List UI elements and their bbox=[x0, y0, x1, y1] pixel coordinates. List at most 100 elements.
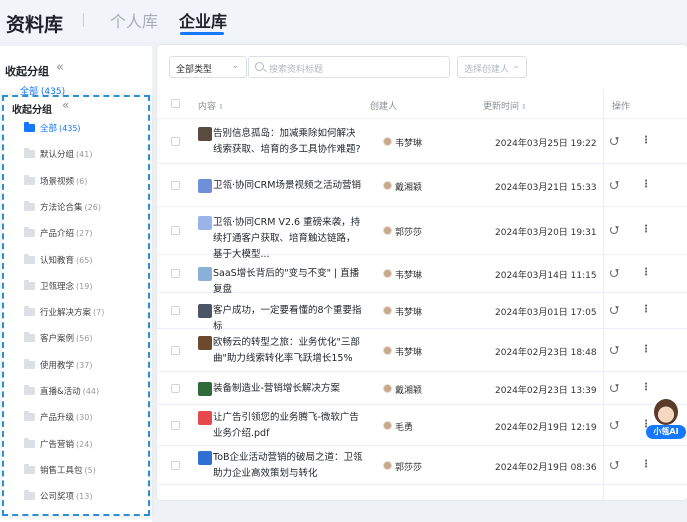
more-options-icon[interactable]: ⋮ bbox=[641, 305, 651, 315]
select-all-checkbox[interactable] bbox=[171, 99, 180, 108]
creator-name: 韦梦琳 bbox=[395, 347, 423, 358]
table-row[interactable]: 客户成功，一定要看懂的8个重要指标 韦梦琳 2024年03月01日 17:05 ⋮ bbox=[157, 293, 687, 332]
refresh-icon[interactable] bbox=[610, 345, 618, 354]
content-title[interactable]: 让广告引领您的业务腾飞-微软广告业务介绍.pdf bbox=[213, 410, 363, 442]
folder-icon bbox=[24, 411, 35, 422]
creator-avatar bbox=[383, 136, 392, 146]
category-item[interactable]: 客户案例 (56) bbox=[4, 326, 148, 352]
content-title[interactable]: 欧畅云的转型之旅：业务优化"三部曲"助力线索转化率飞跃增长15% bbox=[213, 335, 363, 367]
row-checkbox[interactable] bbox=[171, 136, 180, 146]
category-item[interactable]: 认知教育 (65) bbox=[4, 248, 148, 274]
refresh-icon[interactable] bbox=[610, 269, 618, 277]
column-actions: 操作 bbox=[612, 102, 631, 112]
updated-time: 2024年03月01日 17:05 bbox=[495, 308, 597, 318]
category-label: 产品介绍 bbox=[40, 229, 75, 240]
more-options-icon[interactable]: ⋮ bbox=[641, 179, 651, 190]
content-thumbnail bbox=[198, 450, 212, 465]
content-title[interactable]: 卫瓴·协同CRM场景视频之活动营销 bbox=[213, 178, 363, 194]
category-count: (37) bbox=[76, 360, 93, 370]
table-row[interactable]: 卫瓴·协同CRM V2.6 重磅来袭，持续打通客户获取、培育触达链路，基于大模型… bbox=[157, 207, 687, 260]
row-checkbox[interactable] bbox=[171, 306, 180, 315]
category-count: (44) bbox=[82, 387, 100, 396]
more-options-icon[interactable]: ⋮ bbox=[641, 135, 651, 146]
column-content[interactable]: 内容 ⇕ bbox=[198, 99, 224, 112]
category-label: 方法论合集 bbox=[40, 202, 83, 213]
category-item[interactable]: 默认分组 (41) bbox=[4, 142, 148, 168]
category-item[interactable]: 广告营销 (24) bbox=[4, 432, 148, 458]
table-row[interactable]: 欧畅云的转型之旅：业务优化"三部曲"助力线索转化率飞跃增长15% 韦梦琳 2024年… bbox=[157, 329, 687, 372]
category-item[interactable]: 直播&活动 (44) bbox=[4, 379, 148, 405]
row-checkbox[interactable] bbox=[171, 226, 180, 235]
creator-avatar bbox=[383, 420, 392, 430]
row-checkbox[interactable] bbox=[171, 460, 180, 470]
folder-icon bbox=[24, 490, 35, 501]
refresh-icon[interactable] bbox=[610, 226, 618, 234]
category-label: 客户案例 bbox=[40, 334, 75, 345]
double-chevron-left-icon[interactable]: « bbox=[56, 60, 64, 75]
updated-time: 2024年02月23日 13:39 bbox=[495, 385, 597, 396]
tab-personal-library[interactable]: 个人库 bbox=[110, 8, 158, 32]
content-thumbnail bbox=[198, 267, 212, 281]
refresh-icon[interactable] bbox=[610, 460, 618, 469]
type-filter-select[interactable]: 全部类型 ⌄ bbox=[169, 56, 247, 78]
folder-icon bbox=[24, 332, 35, 343]
more-options-icon[interactable]: ⋮ bbox=[641, 382, 651, 393]
more-options-icon[interactable]: ⋮ bbox=[641, 225, 651, 235]
category-item[interactable]: 卫瓴理念 (19) bbox=[4, 274, 148, 300]
table-row[interactable]: SaaS增长背后的"变与不变" | 直播复盘 韦梦琳 2024年03月14日 11:… bbox=[157, 255, 687, 295]
creator-avatar bbox=[383, 226, 392, 235]
category-count: (13) bbox=[76, 492, 93, 502]
row-checkbox[interactable] bbox=[171, 383, 180, 393]
content-thumbnail bbox=[198, 304, 212, 318]
row-checkbox[interactable] bbox=[171, 420, 180, 430]
refresh-icon[interactable] bbox=[610, 136, 618, 145]
creator-avatar bbox=[383, 180, 392, 190]
more-options-icon[interactable]: ⋮ bbox=[641, 268, 651, 278]
collapse-sidebar-icon[interactable]: « bbox=[62, 98, 69, 112]
row-checkbox[interactable] bbox=[171, 180, 180, 190]
category-item[interactable]: 方法论合集 (26) bbox=[4, 195, 148, 221]
creator-avatar bbox=[383, 269, 392, 278]
category-label: 行业解决方案 bbox=[40, 308, 92, 319]
category-item[interactable]: 销售工具包 (5) bbox=[4, 458, 148, 484]
refresh-icon[interactable] bbox=[610, 180, 618, 189]
content-title[interactable]: ToB企业活动营销的破局之道：卫瓴助力企业高效策划与转化 bbox=[213, 450, 363, 482]
row-checkbox[interactable] bbox=[171, 269, 180, 278]
category-item[interactable]: 场景视频 (6) bbox=[4, 169, 148, 195]
category-count: (19) bbox=[76, 281, 93, 291]
content-thumbnail bbox=[198, 410, 212, 425]
category-item[interactable]: 全部 (435) bbox=[4, 116, 148, 142]
folder-icon bbox=[24, 148, 35, 159]
page-title: 资料库 bbox=[6, 14, 64, 36]
refresh-icon[interactable] bbox=[610, 306, 618, 314]
table-row[interactable]: 装备制造业-营销增长解决方案 戴湘颖 2024年02月23日 13:39 ⋮ bbox=[157, 372, 687, 405]
ai-assistant-button[interactable]: 小瓴AI bbox=[646, 398, 686, 440]
table-row[interactable]: 卫瓴·协同CRM场景视频之活动营销 戴湘颖 2024年03月21日 15:33 ⋮ bbox=[157, 164, 687, 207]
folder-icon bbox=[24, 122, 35, 132]
category-item[interactable]: 产品升级 (30) bbox=[4, 405, 148, 431]
creator-name: 郭莎莎 bbox=[395, 228, 423, 238]
category-label: 直播&活动 bbox=[40, 387, 81, 397]
category-item[interactable]: 公司奖项 (13) bbox=[4, 484, 148, 510]
creator-filter-select[interactable]: 选择创建人 ⌄ bbox=[457, 56, 527, 78]
category-item[interactable]: 产品介绍 (27) bbox=[4, 221, 148, 247]
more-options-icon[interactable]: ⋮ bbox=[641, 459, 651, 470]
table-row[interactable]: ToB企业活动营销的破局之道：卫瓴助力企业高效策划与转化 郭莎莎 2024年02月1… bbox=[157, 446, 687, 485]
column-updated[interactable]: 更新时间 ⇕ bbox=[483, 99, 527, 112]
tab-enterprise-library[interactable]: 企业库 bbox=[179, 8, 227, 32]
content-title[interactable]: 装备制造业-营销增长解决方案 bbox=[213, 381, 363, 397]
content-title[interactable]: 告别信息孤岛：加减乘除如何解决线索获取、培育的多工具协作难题? bbox=[213, 126, 363, 158]
category-item[interactable]: 行业解决方案 (7) bbox=[4, 300, 148, 326]
assistant-avatar bbox=[653, 398, 679, 426]
row-checkbox[interactable] bbox=[171, 345, 180, 355]
sort-icon: ⇕ bbox=[521, 103, 527, 111]
category-count: (56) bbox=[76, 334, 93, 344]
table-row[interactable]: 告别信息孤岛：加减乘除如何解决线索获取、培育的多工具协作难题? 韦梦琳 2024年0… bbox=[157, 119, 687, 164]
more-options-icon[interactable]: ⋮ bbox=[641, 344, 651, 355]
table-row[interactable]: 让广告引领您的业务腾飞-微软广告业务介绍.pdf 毛勇 2024年02月19日 12… bbox=[157, 405, 687, 446]
category-count: (27) bbox=[76, 229, 93, 239]
category-item[interactable]: 使用教学 (37) bbox=[4, 353, 148, 379]
refresh-icon[interactable] bbox=[610, 420, 618, 429]
refresh-icon[interactable] bbox=[610, 383, 618, 392]
search-input[interactable]: 搜索资料标题 bbox=[248, 56, 450, 78]
